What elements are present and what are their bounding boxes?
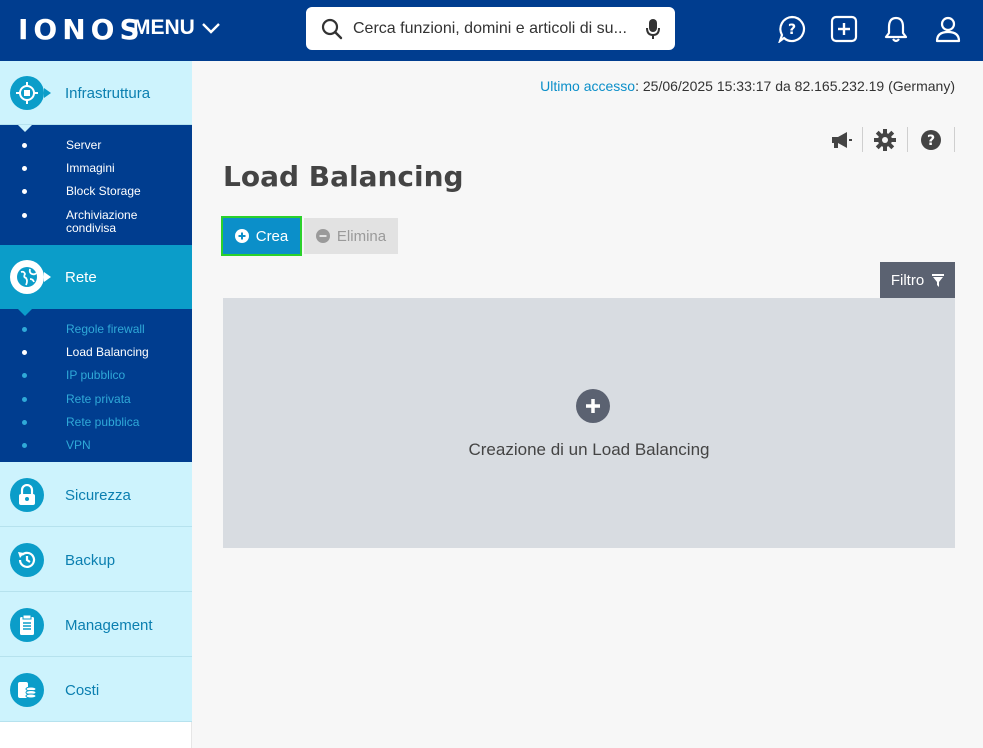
empty-state-label: Creazione di un Load Balancing xyxy=(468,440,710,459)
megaphone-icon[interactable] xyxy=(828,127,854,153)
ionos-logo[interactable]: IONOS xyxy=(18,13,145,46)
infrastructure-icon xyxy=(10,76,44,110)
chevron-down-icon xyxy=(201,23,220,34)
last-access-label: Ultimo accesso xyxy=(540,78,636,94)
sidebar-item-rete-privata[interactable]: Rete privata xyxy=(66,393,131,406)
sidebar-section-sicurezza[interactable]: Sicurezza xyxy=(0,462,192,527)
submenu-infrastruttura: Server Immagini Block Storage Archiviazi… xyxy=(0,125,192,245)
bullet xyxy=(22,350,27,355)
sidebar-section-label: Management xyxy=(65,617,153,634)
sidebar-section-label: Backup xyxy=(65,552,116,569)
arrow-right-icon xyxy=(44,88,51,98)
bullet xyxy=(22,397,27,402)
filter-funnel-icon xyxy=(932,273,945,287)
search-input[interactable] xyxy=(353,19,636,38)
sidebar-section-rete[interactable]: Rete xyxy=(0,245,192,309)
sidebar-item-server[interactable]: Server xyxy=(66,139,101,152)
sidebar-section-label: Infrastruttura xyxy=(65,85,151,102)
create-button-label: Crea xyxy=(255,227,289,245)
sidebar-section-costi[interactable]: Costi xyxy=(0,657,192,722)
search-icon xyxy=(321,18,343,39)
top-bar: IONOS MENU ? xyxy=(0,0,983,61)
svg-text:?: ? xyxy=(927,133,935,149)
sidebar-section-backup[interactable]: Backup xyxy=(0,527,192,592)
bell-icon[interactable] xyxy=(881,13,911,45)
microphone-icon[interactable] xyxy=(646,18,660,40)
sidebar-item-archiviazione-condivisa[interactable]: Archiviazione condivisa xyxy=(66,209,137,235)
sidebar-item-block-storage[interactable]: Block Storage xyxy=(66,185,141,198)
bullet xyxy=(22,213,27,218)
svg-text:?: ? xyxy=(788,22,796,38)
user-icon[interactable] xyxy=(933,13,963,45)
backup-clock-icon xyxy=(10,543,44,577)
create-button[interactable]: Crea xyxy=(221,216,302,256)
clipboard-icon xyxy=(10,608,44,642)
add-icon[interactable] xyxy=(829,13,859,45)
filter-button[interactable]: Filtro xyxy=(880,262,955,298)
sidebar-item-rete-pubblica[interactable]: Rete pubblica xyxy=(66,416,139,429)
sidebar: Infrastruttura Server Immagini Block Sto… xyxy=(0,61,192,748)
minus-circle-icon xyxy=(315,229,330,243)
last-access-value: : 25/06/2025 15:33:17 da 82.165.232.19 (… xyxy=(635,78,955,94)
plus-circle-icon xyxy=(576,389,610,423)
toolbar-divider xyxy=(862,127,863,152)
help-icon[interactable]: ? xyxy=(918,127,944,153)
help-chat-icon[interactable]: ? xyxy=(777,13,807,45)
arrow-right-icon xyxy=(44,272,51,282)
bullet xyxy=(22,189,27,194)
filter-button-label: Filtro xyxy=(890,271,925,289)
network-globe-icon xyxy=(10,260,44,294)
sidebar-section-label: Sicurezza xyxy=(65,487,131,504)
bullet xyxy=(22,327,27,332)
delete-button: Elimina xyxy=(304,218,398,254)
bullet xyxy=(22,443,27,448)
sidebar-section-infrastruttura[interactable]: Infrastruttura xyxy=(0,61,192,125)
lock-icon xyxy=(10,478,44,512)
bullet xyxy=(22,420,27,425)
delete-button-label: Elimina xyxy=(336,227,387,245)
coins-icon xyxy=(10,673,44,707)
submenu-notch xyxy=(18,125,32,132)
search-box[interactable] xyxy=(306,7,675,50)
sidebar-section-management[interactable]: Management xyxy=(0,592,192,657)
last-access-info: Ultimo accesso: 25/06/2025 15:33:17 da 8… xyxy=(540,78,955,94)
page-title: Load Balancing xyxy=(223,160,464,193)
bullet xyxy=(22,143,27,148)
sidebar-section-label: Rete xyxy=(65,269,97,286)
sidebar-item-immagini[interactable]: Immagini xyxy=(66,162,115,175)
empty-state-create-panel[interactable]: Creazione di un Load Balancing xyxy=(223,298,955,548)
submenu-rete: Regole firewall Load Balancing IP pubbli… xyxy=(0,309,192,462)
sidebar-item-ip-pubblico[interactable]: IP pubblico xyxy=(66,369,125,382)
submenu-notch xyxy=(18,309,32,316)
sidebar-item-load-balancing[interactable]: Load Balancing xyxy=(66,346,149,359)
menu-button[interactable]: MENU xyxy=(133,16,221,40)
sidebar-item-regole-firewall[interactable]: Regole firewall xyxy=(66,323,145,336)
bullet xyxy=(22,166,27,171)
bullet xyxy=(22,373,27,378)
sidebar-item-vpn[interactable]: VPN xyxy=(66,439,91,452)
toolbar-divider xyxy=(954,127,955,152)
gear-icon[interactable] xyxy=(872,127,898,153)
menu-label: MENU xyxy=(133,16,195,39)
toolbar-divider xyxy=(907,127,908,152)
plus-circle-icon xyxy=(234,229,249,243)
sidebar-section-label: Costi xyxy=(65,682,100,699)
